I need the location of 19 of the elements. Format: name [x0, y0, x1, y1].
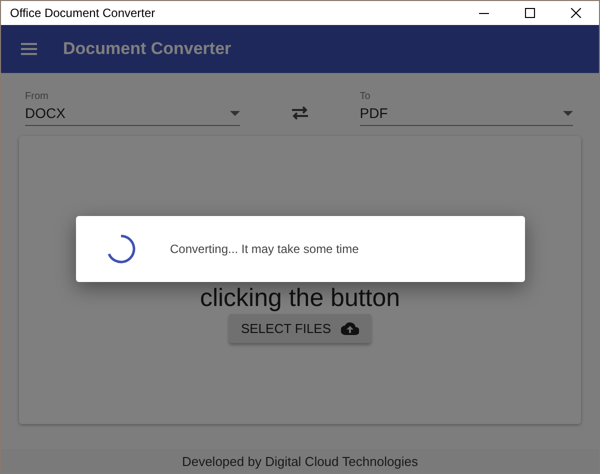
- footer-text: Developed by Digital Cloud Technologies: [182, 454, 418, 468]
- maximize-icon: [525, 8, 535, 18]
- format-select[interactable]: DOCX: [25, 105, 240, 126]
- dropdown-caret-icon: [230, 110, 240, 116]
- menu-button[interactable]: [21, 43, 37, 55]
- swap-button[interactable]: [291, 106, 309, 120]
- app-title: Document Converter: [63, 39, 232, 59]
- drop-hint: clicking the button: [200, 284, 400, 312]
- select-files-button[interactable]: SELECT FILES: [228, 314, 372, 343]
- dropdown-caret-icon: [563, 110, 573, 116]
- field-label: From: [25, 91, 50, 102]
- spinner-icon: [106, 234, 136, 264]
- format-select[interactable]: PDF: [360, 105, 573, 126]
- window-title: Office Document Converter: [10, 6, 156, 20]
- progress-message: Converting... It may take some time: [170, 242, 359, 256]
- field-label: To: [360, 91, 372, 102]
- close-icon: [571, 8, 581, 18]
- cloud-upload-icon: [341, 322, 360, 335]
- minimize-icon: [479, 12, 489, 14]
